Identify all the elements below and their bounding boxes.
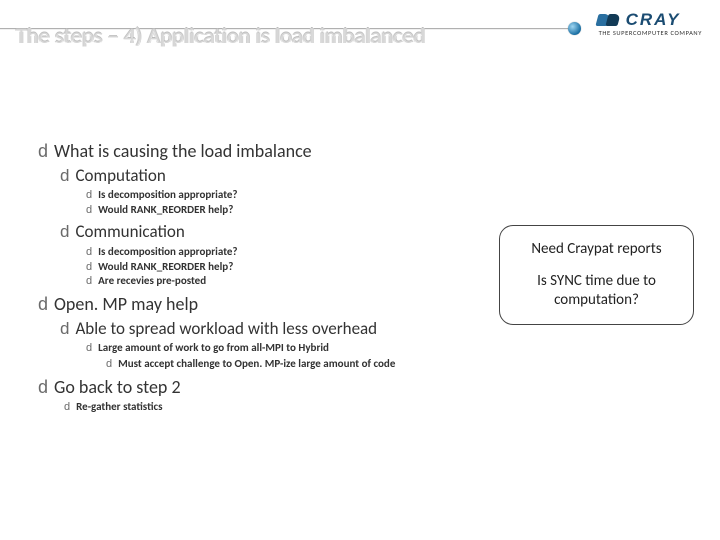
- list-item: d Would RANK_REORDER help?: [86, 203, 478, 218]
- callout-line-1: Need Craypat reports: [510, 240, 683, 258]
- cray-logo-text: CRAY: [626, 10, 681, 30]
- list-item-text: Able to spread workload with less overhe…: [75, 318, 478, 339]
- list-item: d Open. MP may help d Able to spread wor…: [38, 293, 478, 371]
- logo-block: CRAY THE SUPERCOMPUTER COMPANY: [597, 10, 702, 37]
- list-item-text: What is causing the load imbalance: [54, 140, 478, 163]
- callout-line-2: Is SYNC time due to computation?: [510, 272, 683, 310]
- list-item: d Would RANK_REORDER help?: [86, 260, 478, 275]
- cray-logo: CRAY THE SUPERCOMPUTER COMPANY: [597, 10, 702, 37]
- cray-logo-mark-icon: [597, 12, 625, 28]
- bullet-icon: d: [86, 341, 92, 356]
- bullet-icon: d: [86, 245, 92, 260]
- list-item-text: Is decomposition appropriate?: [98, 188, 478, 203]
- list-item-text: Re-gather statistics: [76, 400, 478, 415]
- list-item: d Large amount of work to go from all-MP…: [86, 341, 478, 372]
- list-item-text: Large amount of work to go from all-MPI …: [98, 341, 478, 356]
- list-item: d Communication d Is decomposition appro…: [60, 221, 478, 289]
- list-item: d Re-gather statistics: [64, 400, 478, 415]
- list-item: d Are recevies pre-posted: [86, 274, 478, 289]
- bullet-icon: d: [38, 376, 48, 399]
- bullet-icon: d: [38, 140, 48, 163]
- list-item: d Must accept challenge to Open. MP-ize …: [106, 357, 478, 372]
- bullet-icon: d: [86, 274, 92, 289]
- bullet-icon: d: [106, 357, 112, 372]
- list-item-text: Go back to step 2: [54, 376, 478, 399]
- list-item-text: Is decomposition appropriate?: [98, 245, 478, 260]
- list-item: d Go back to step 2 d Re-gather statisti…: [38, 376, 478, 415]
- list-item-text: Would RANK_REORDER help?: [98, 203, 478, 218]
- list-item: d Is decomposition appropriate?: [86, 188, 478, 203]
- bullet-icon: d: [38, 293, 48, 316]
- bullet-icon: d: [86, 203, 92, 218]
- list-item-text: Communication: [75, 221, 478, 242]
- cray-logo-tagline: THE SUPERCOMPUTER COMPANY: [599, 29, 702, 37]
- slide-title: The steps – 4) Application is load imbal…: [16, 22, 425, 49]
- list-item: d What is causing the load imbalance d C…: [38, 140, 478, 289]
- slide: CRAY THE SUPERCOMPUTER COMPANY The steps…: [0, 0, 720, 540]
- list-item: d Is decomposition appropriate?: [86, 245, 478, 260]
- bullet-icon: d: [60, 221, 69, 242]
- callout-box: Need Craypat reports Is SYNC time due to…: [499, 225, 694, 325]
- bullet-icon: d: [60, 318, 69, 339]
- list-item-text: Open. MP may help: [54, 293, 478, 316]
- list-item-text: Would RANK_REORDER help?: [98, 260, 478, 275]
- slide-body: d What is causing the load imbalance d C…: [38, 140, 478, 419]
- bullet-icon: d: [86, 260, 92, 275]
- bullet-icon: d: [86, 188, 92, 203]
- header-divider-ball-icon: [568, 22, 581, 35]
- list-item: d Computation d Is decomposition appropr…: [60, 165, 478, 218]
- list-item-text: Must accept challenge to Open. MP-ize la…: [118, 357, 478, 372]
- list-item: d Able to spread workload with less over…: [60, 318, 478, 372]
- bullet-icon: d: [60, 165, 69, 186]
- bullet-icon: d: [64, 400, 70, 415]
- list-item-text: Are recevies pre-posted: [98, 274, 478, 289]
- list-item-text: Computation: [75, 165, 478, 186]
